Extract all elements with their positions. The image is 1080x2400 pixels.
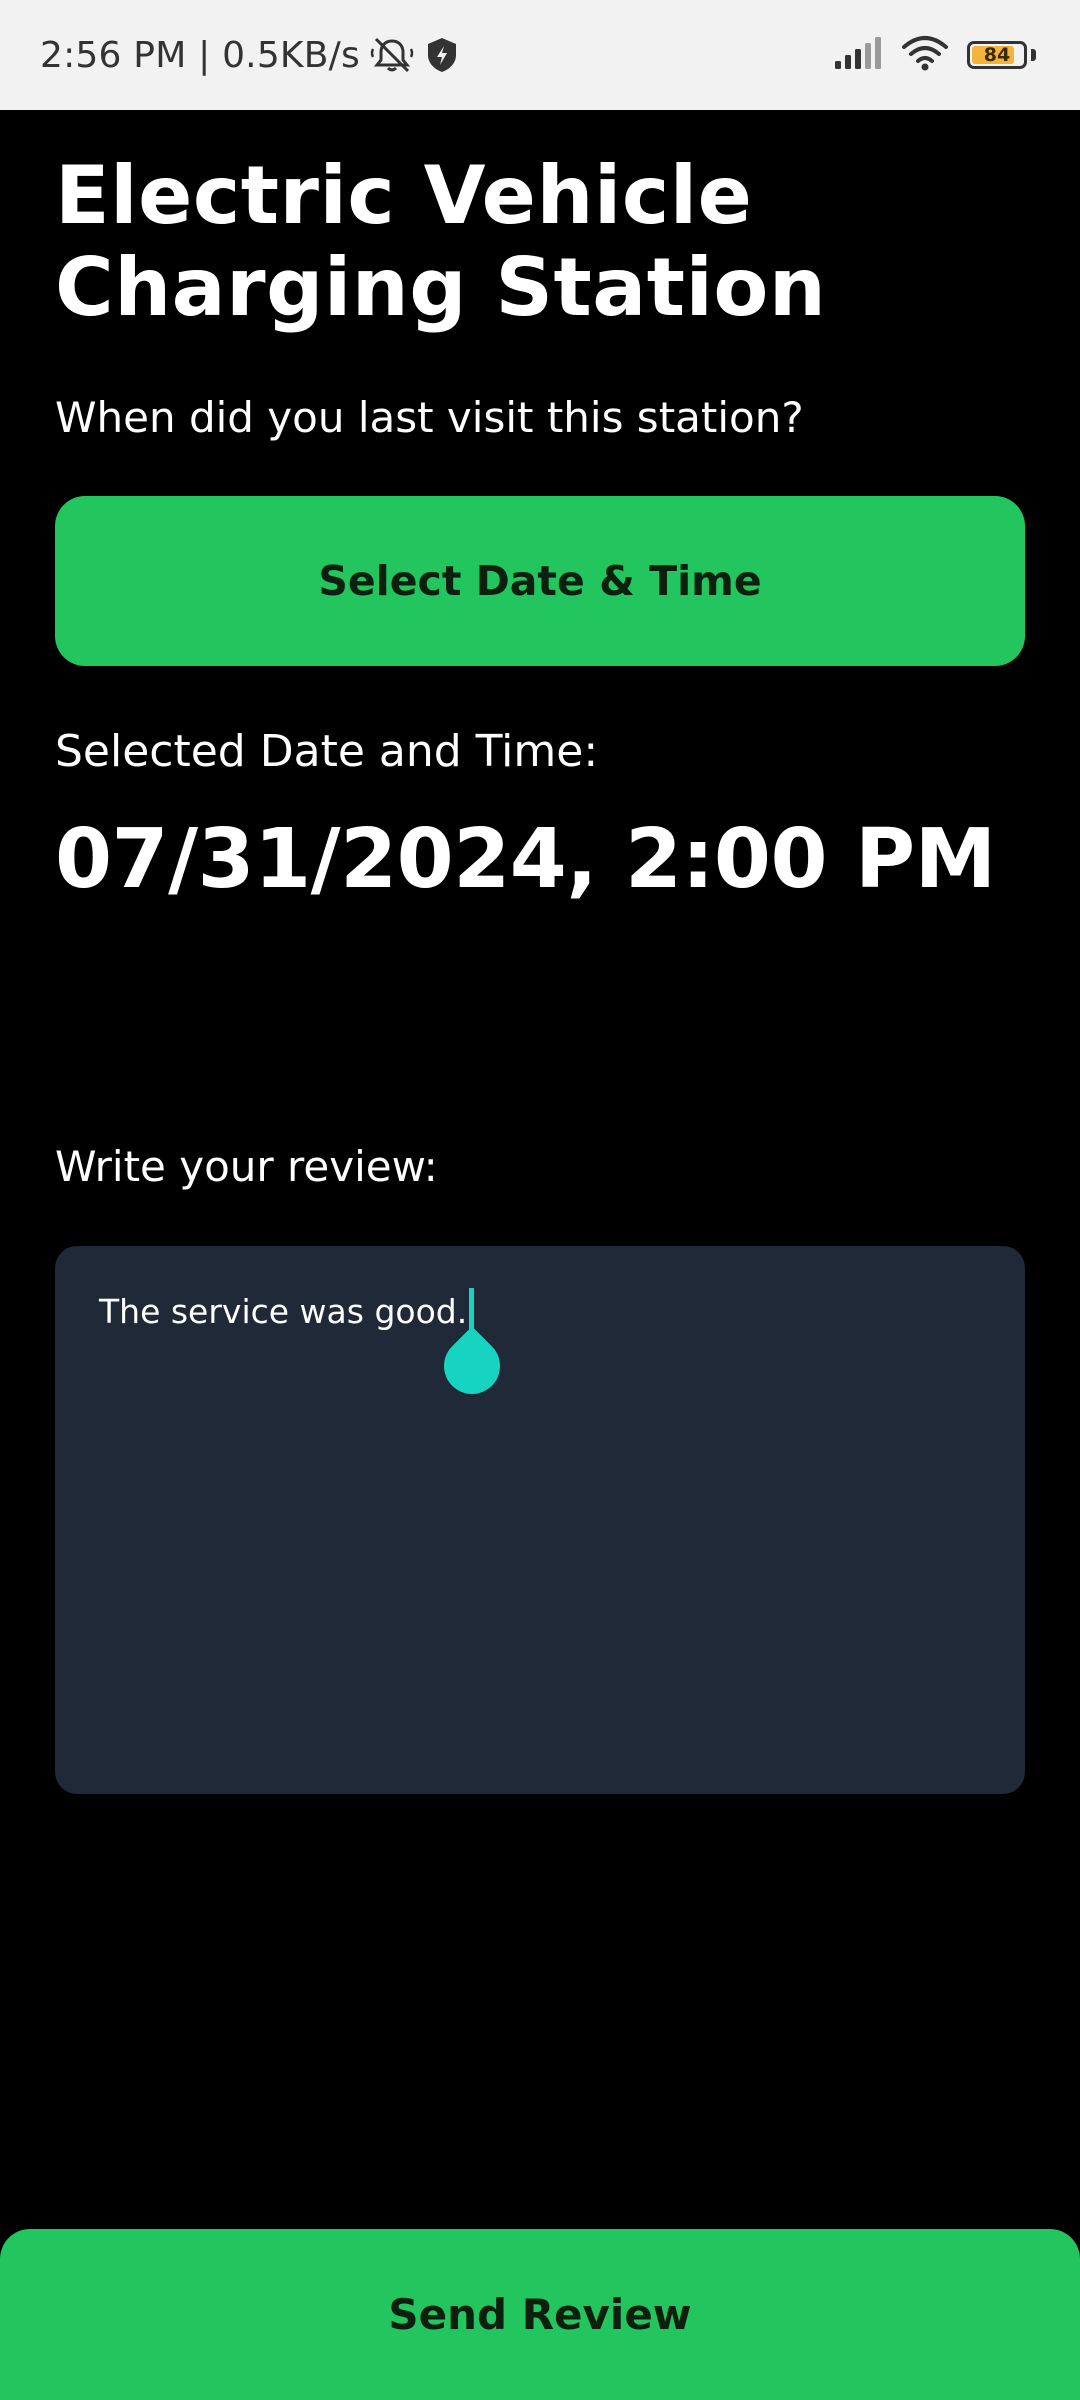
send-review-button[interactable]: Send Review xyxy=(0,2229,1080,2400)
review-label: Write your review: xyxy=(55,1142,438,1191)
text-cursor xyxy=(432,1288,512,1406)
battery-cap xyxy=(1031,49,1036,61)
review-text: The service was good. xyxy=(99,1292,468,1331)
signal-icon xyxy=(833,36,883,74)
cursor-handle-icon[interactable] xyxy=(432,1326,512,1406)
mute-icon xyxy=(370,35,414,75)
select-date-time-button[interactable]: Select Date & Time xyxy=(55,496,1025,666)
review-input[interactable]: The service was good. xyxy=(55,1246,1025,1794)
visit-question: When did you last visit this station? xyxy=(55,393,804,442)
page-title: Electric Vehicle Charging Station xyxy=(55,149,827,334)
selected-date-label: Selected Date and Time: xyxy=(55,726,599,777)
shield-icon xyxy=(424,35,460,75)
status-time-speed: 2:56 PM | 0.5KB/s xyxy=(40,34,360,76)
review-text-wrap: The service was good. xyxy=(99,1288,512,1406)
status-bar: 2:56 PM | 0.5KB/s 84 xyxy=(0,0,1080,110)
battery-icon: 84 xyxy=(967,41,1027,69)
battery-level: 84 xyxy=(983,43,1011,66)
status-right: 84 xyxy=(833,0,1036,110)
status-left: 2:56 PM | 0.5KB/s xyxy=(40,0,460,110)
selected-date-value: 07/31/2024, 2:00 PM xyxy=(55,812,996,907)
wifi-icon xyxy=(901,35,949,75)
screen: 2:56 PM | 0.5KB/s 84 Electric Vehicle Ch… xyxy=(0,0,1080,2400)
